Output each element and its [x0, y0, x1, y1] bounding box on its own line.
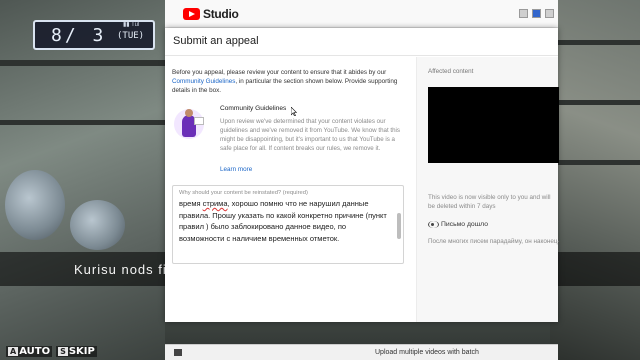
- youtube-logo-icon[interactable]: [183, 8, 200, 20]
- illustration-board: [194, 117, 204, 125]
- affected-content-label: Affected content: [428, 68, 474, 75]
- appeal-reason-textarea[interactable]: Why should your content be reinstated? (…: [172, 185, 404, 264]
- vacuum-cleaner: [5, 170, 65, 240]
- intro-text-start: Before you appeal, please review your co…: [172, 69, 387, 76]
- date-display: 8/ 3 ▮▮ Tul (TUE): [33, 20, 155, 50]
- create-icon[interactable]: [519, 9, 528, 18]
- reason-label: Why should your content be reinstated? (…: [179, 190, 308, 196]
- video-title-row: Письмо дошло: [428, 221, 488, 228]
- vacuum-cleaner: [70, 200, 125, 250]
- intro-text: Before you appeal, please review your co…: [172, 68, 404, 95]
- skip-button[interactable]: S SKIP: [56, 346, 97, 357]
- visibility-note: This video is now visible only to you an…: [428, 194, 551, 210]
- reason-text-start: время: [179, 199, 203, 208]
- textarea-scrollbar[interactable]: [397, 213, 401, 239]
- reason-text[interactable]: время стрима, хорошо помню что не наруши…: [179, 198, 393, 244]
- header-actions: [519, 9, 554, 18]
- mouse-cursor-icon: [291, 107, 297, 116]
- day-of-week: (TUE): [117, 31, 145, 41]
- video-title[interactable]: Письмо дошло: [441, 221, 488, 228]
- game-scene-left: [0, 0, 165, 360]
- auto-label: AUTO: [19, 346, 51, 357]
- date-text: 8/ 3: [51, 25, 107, 46]
- appeal-dialog: Submit an appeal Before you appeal, plea…: [165, 28, 559, 322]
- auto-button[interactable]: A AUTO: [6, 346, 53, 357]
- shelf: [550, 40, 640, 45]
- learn-more-link[interactable]: Learn more: [220, 166, 252, 173]
- account-icon[interactable]: [532, 9, 541, 18]
- live-broadcast-icon: [428, 221, 439, 228]
- game-controls: A AUTO S SKIP: [6, 346, 97, 357]
- video-description: После многих писем парадайму, он наконец…: [428, 238, 559, 245]
- studio-bottom-bar: Upload multiple videos with batch: [165, 344, 558, 360]
- reason-misspelled-word: стрима: [202, 199, 228, 208]
- shelf: [0, 120, 165, 125]
- skip-label: SKIP: [68, 346, 95, 357]
- studio-logo-text[interactable]: Studio: [203, 7, 239, 21]
- upload-icon[interactable]: [174, 349, 182, 356]
- guidelines-illustration: [172, 105, 210, 143]
- community-guidelines-link[interactable]: Community Guidelines: [172, 78, 235, 85]
- dialog-title: Submit an appeal: [173, 35, 259, 47]
- studio-header: Studio: [165, 0, 558, 28]
- appeal-form: Before you appeal, please review your co…: [165, 57, 416, 322]
- guidelines-text: Upon review we've determined that your c…: [220, 118, 401, 152]
- menu-icon[interactable]: [545, 9, 554, 18]
- upload-hint[interactable]: Upload multiple videos with batch: [375, 349, 479, 356]
- dialog-header: Submit an appeal: [165, 28, 558, 56]
- shelf: [0, 60, 165, 66]
- guidelines-title: Community Guidelines: [220, 105, 287, 112]
- auto-key: A: [8, 347, 19, 356]
- shelf: [550, 160, 640, 165]
- illustration-head: [185, 109, 193, 117]
- screen: 8/ 3 ▮▮ Tul (TUE) Kurisu nods fi A AUTO …: [0, 0, 640, 360]
- game-scene-right: [550, 0, 640, 360]
- affected-content-panel: Affected content This video is now visib…: [416, 57, 559, 322]
- shelf: [550, 100, 640, 105]
- skip-key: S: [58, 347, 68, 356]
- subtitle-text: Kurisu nods fi: [74, 262, 167, 277]
- video-thumbnail[interactable]: [428, 87, 559, 163]
- signal-indicator: ▮▮ Tul: [123, 22, 140, 28]
